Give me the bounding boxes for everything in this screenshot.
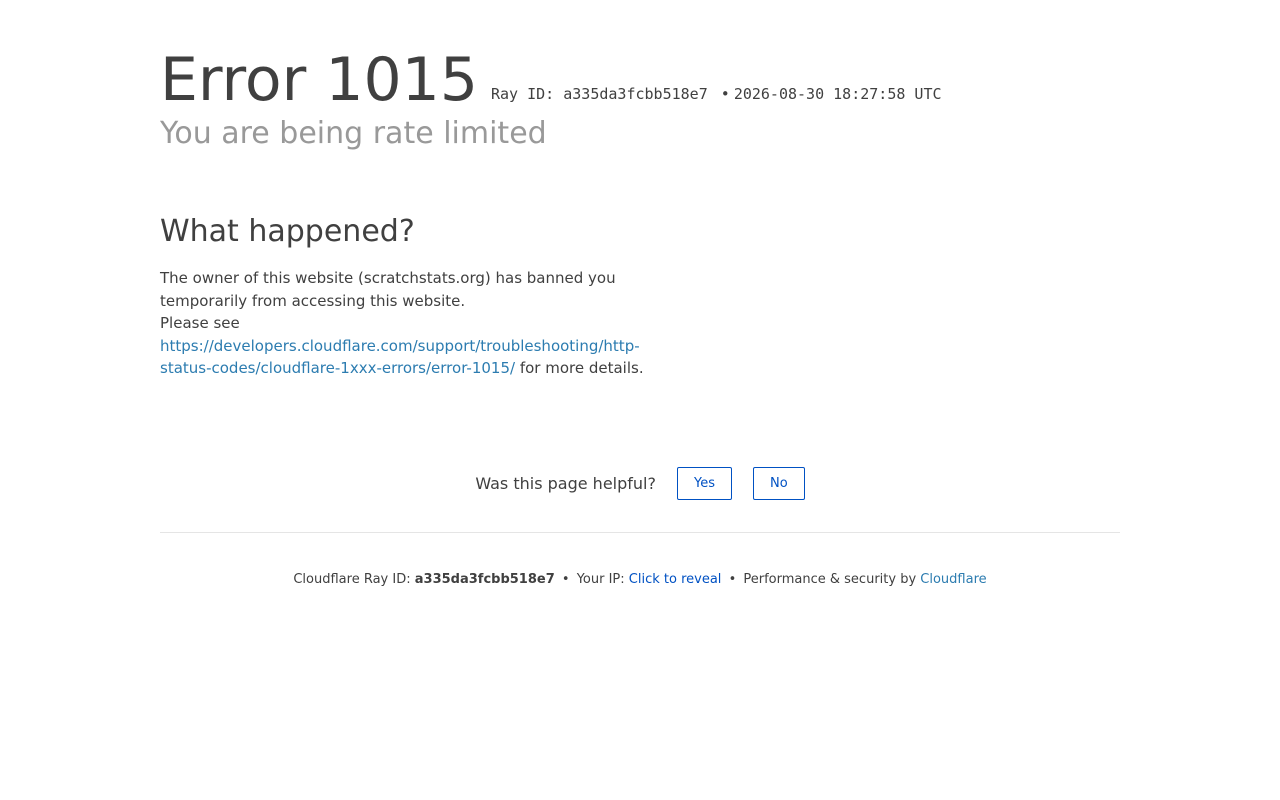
footer-perf-text: Performance & security by (743, 572, 917, 587)
feedback-row: Was this page helpful? Yes No (475, 467, 805, 500)
feedback-section: Was this page helpful? Yes No (160, 467, 1120, 501)
no-button[interactable]: No (752, 467, 805, 500)
ray-meta: Ray ID: a335da3fcbb518e7 • 2026-08-30 18:… (491, 85, 942, 103)
more-details: Please see https://developers.cloudflare.… (160, 312, 650, 380)
footer: Cloudflare Ray ID: a335da3fcbb518e7 • Yo… (160, 571, 1120, 589)
please-see-text: Please see (160, 314, 240, 332)
error-subtitle: You are being rate limited (160, 116, 547, 151)
timestamp: 2026-08-30 18:27:58 UTC (733, 85, 942, 103)
footer-separator: • (561, 572, 570, 587)
what-happened-heading: What happened? (160, 214, 415, 249)
footer-ip-prefix: Your IP: (576, 572, 625, 587)
cloudflare-link[interactable]: Cloudflare (920, 572, 986, 587)
error-title: Error 1015 (160, 45, 479, 115)
for-more-details-text: for more details. (515, 359, 644, 377)
feedback-question: Was this page helpful? (475, 474, 656, 493)
ray-id-label: Ray ID: a335da3fcbb518e7 (491, 85, 708, 103)
footer-ray-id: a335da3fcbb518e7 (414, 572, 555, 587)
yes-button[interactable]: Yes (676, 467, 732, 500)
footer-separator: • (728, 572, 737, 587)
separator: • (720, 85, 730, 103)
footer-ray-prefix: Cloudflare Ray ID: (293, 572, 411, 587)
what-happened-body: The owner of this website (scratchstats.… (160, 267, 650, 380)
divider (160, 532, 1120, 533)
error-header: Error 1015 Ray ID: a335da3fcbb518e7 • 202… (160, 40, 1120, 115)
reveal-ip-button[interactable]: Click to reveal (629, 572, 722, 587)
ban-explanation: The owner of this website (scratchstats.… (160, 269, 616, 310)
